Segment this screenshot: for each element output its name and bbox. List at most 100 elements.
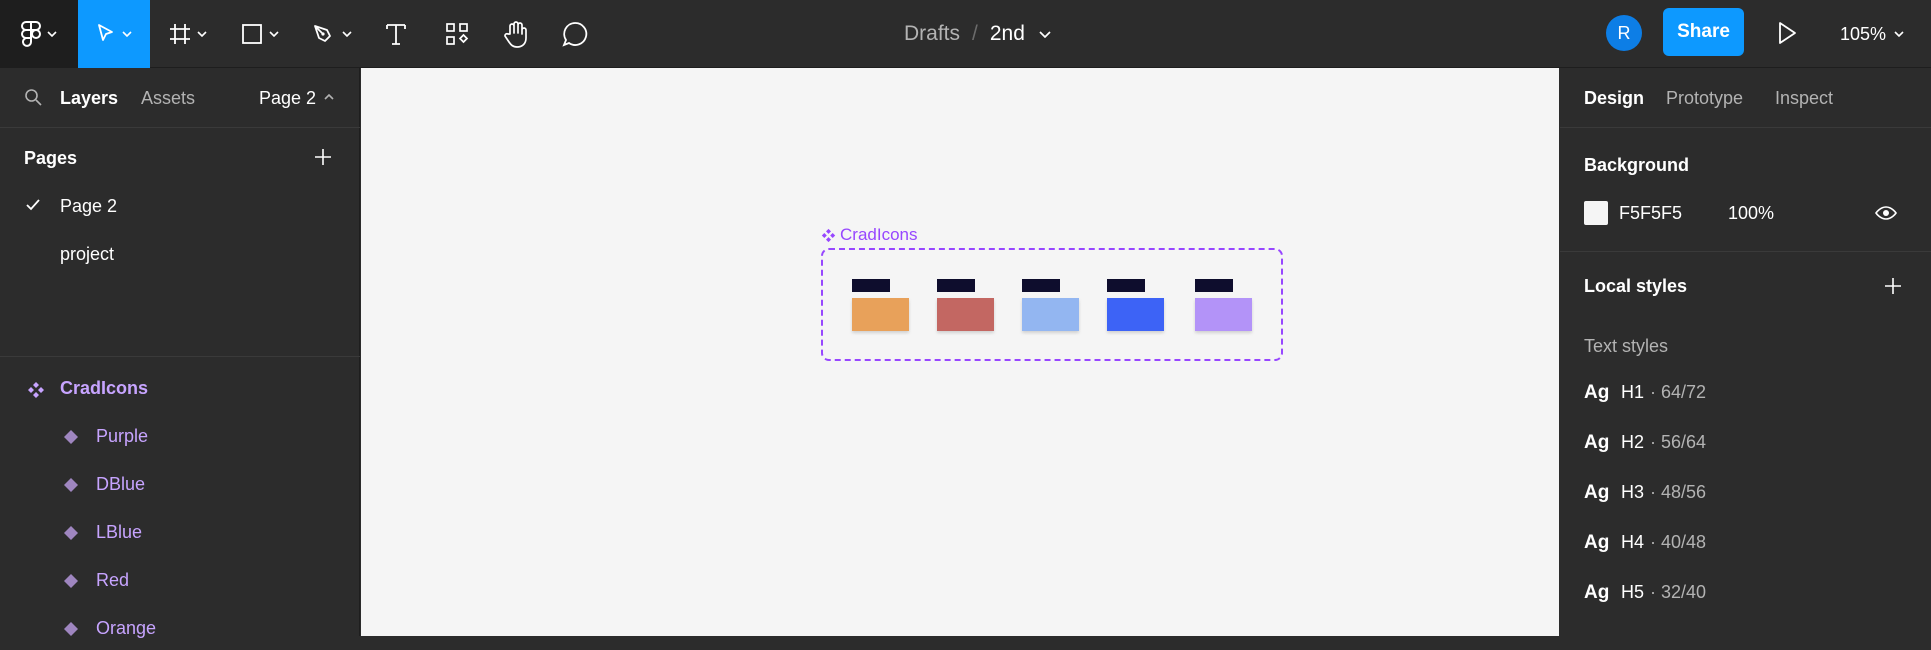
text-style-size: · 40/48 xyxy=(1650,532,1707,552)
text-style-name: H5 xyxy=(1621,582,1645,602)
layer-label: LBlue xyxy=(96,522,143,542)
card-stripe xyxy=(1107,279,1145,292)
layers-panel: Layers Assets Page 2 Pages Page 2 projec… xyxy=(0,68,360,638)
card-body xyxy=(937,298,994,331)
page-label: project xyxy=(60,243,115,264)
text-styles-heading: Text styles xyxy=(1584,336,1669,356)
avatar[interactable]: R xyxy=(1606,15,1642,51)
layer-item[interactable]: Orange xyxy=(0,606,360,650)
layer-label: Purple xyxy=(96,426,149,446)
toolbar: Drafts / 2nd R Share 105% xyxy=(0,0,1931,68)
card-stripe xyxy=(1195,279,1233,292)
chevron-up-icon[interactable] xyxy=(324,94,334,100)
check-icon xyxy=(26,199,40,211)
tab-prototype[interactable]: Prototype xyxy=(1666,88,1743,109)
layer-item[interactable]: CradIcons xyxy=(0,366,360,410)
add-page-icon[interactable] xyxy=(313,147,333,167)
tab-design[interactable]: Design xyxy=(1584,88,1644,109)
eye-icon[interactable] xyxy=(1875,205,1897,221)
page-item[interactable]: project xyxy=(0,232,360,276)
frame-icon xyxy=(170,24,190,44)
layer-item[interactable]: Red xyxy=(0,558,360,602)
chevron-down-icon[interactable] xyxy=(1039,30,1051,38)
background-opacity-input[interactable]: 100% xyxy=(1728,203,1774,224)
text-style-item[interactable]: Ag H3 · 48/56 xyxy=(1584,482,1706,512)
layer-item[interactable]: DBlue xyxy=(0,462,360,506)
background-hex-input[interactable]: F5F5F5 xyxy=(1619,203,1682,224)
hand-icon xyxy=(504,21,527,48)
layer-item[interactable]: Purple xyxy=(0,414,360,458)
pen-tool-button[interactable] xyxy=(302,0,362,68)
chevron-down-icon xyxy=(1894,31,1904,37)
text-tool-button[interactable] xyxy=(376,0,416,68)
hand-tool-button[interactable] xyxy=(496,0,536,68)
main-menu-button[interactable] xyxy=(0,0,78,68)
comment-icon xyxy=(562,22,588,47)
share-button[interactable]: Share xyxy=(1663,8,1744,56)
text-style-item[interactable]: Ag H4 · 40/48 xyxy=(1584,532,1706,562)
layer-label: DBlue xyxy=(96,474,146,494)
figma-logo-icon xyxy=(21,21,41,47)
text-style-size: · 64/72 xyxy=(1650,382,1707,402)
zoom-dropdown[interactable]: 105% xyxy=(1840,0,1904,68)
text-style-name: H1 xyxy=(1621,382,1645,402)
canvas[interactable]: CradIcons xyxy=(361,68,1559,636)
chevron-down-icon xyxy=(342,31,352,37)
right-panel-tabs: Design Prototype Inspect xyxy=(1560,68,1931,128)
text-style-size: · 32/40 xyxy=(1650,582,1707,602)
cursor-icon xyxy=(98,24,113,41)
move-tool-button[interactable] xyxy=(78,0,150,68)
text-style-item[interactable]: Ag H1 · 64/72 xyxy=(1584,382,1706,412)
file-name[interactable]: 2nd xyxy=(990,22,1025,46)
divider xyxy=(1560,251,1931,252)
components-icon xyxy=(446,23,469,45)
page-selector[interactable]: Page 2 xyxy=(259,88,316,109)
card-body xyxy=(1022,298,1079,331)
tab-layers[interactable]: Layers xyxy=(60,88,118,109)
card-body xyxy=(1107,298,1164,331)
text-style-sample: Ag xyxy=(1584,532,1610,553)
background-heading: Background xyxy=(1584,155,1690,175)
text-style-name: H4 xyxy=(1621,532,1645,552)
component-icon xyxy=(64,622,78,636)
component-icon xyxy=(64,574,78,588)
tab-assets[interactable]: Assets xyxy=(141,88,195,109)
card-stripe xyxy=(937,279,975,292)
component-set-frame[interactable] xyxy=(821,248,1283,361)
frame-tool-button[interactable] xyxy=(158,0,218,68)
rectangle-icon xyxy=(242,24,262,44)
text-style-sample: Ag xyxy=(1584,432,1610,453)
add-style-icon[interactable] xyxy=(1884,277,1902,295)
text-style-size: · 48/56 xyxy=(1650,482,1707,502)
search-icon[interactable] xyxy=(24,88,42,106)
component-set-icon xyxy=(821,228,836,242)
text-style-item[interactable]: Ag H5 · 32/40 xyxy=(1584,582,1706,612)
chevron-down-icon xyxy=(47,31,57,37)
breadcrumb-separator: / xyxy=(972,22,978,45)
divider xyxy=(0,356,360,357)
text-style-item[interactable]: Ag H2 · 56/64 xyxy=(1584,432,1706,462)
text-style-sample: Ag xyxy=(1584,382,1610,403)
text-style-name: H3 xyxy=(1621,482,1645,502)
layer-item[interactable]: LBlue xyxy=(0,510,360,554)
frame-label[interactable]: CradIcons xyxy=(821,225,917,245)
tab-inspect[interactable]: Inspect xyxy=(1775,88,1833,109)
background-color-swatch[interactable] xyxy=(1584,201,1608,225)
card-stripe xyxy=(1022,279,1060,292)
pen-icon xyxy=(314,25,331,42)
card-body xyxy=(1195,298,1252,331)
component-icon xyxy=(64,478,78,492)
chevron-down-icon xyxy=(122,31,132,37)
page-label: Page 2 xyxy=(60,195,118,216)
left-panel-tabs: Layers Assets Page 2 xyxy=(0,68,360,128)
text-style-size: · 56/64 xyxy=(1650,432,1707,452)
chevron-down-icon xyxy=(269,31,279,37)
comment-tool-button[interactable] xyxy=(555,0,595,68)
breadcrumb-drafts-link[interactable]: Drafts xyxy=(904,22,960,46)
shape-tool-button[interactable] xyxy=(230,0,290,68)
page-item[interactable]: Page 2 xyxy=(0,184,360,228)
present-button[interactable] xyxy=(1776,20,1798,51)
layer-label: CradIcons xyxy=(60,378,149,398)
local-styles-heading: Local styles xyxy=(1584,276,1688,296)
resources-tool-button[interactable] xyxy=(437,0,477,68)
